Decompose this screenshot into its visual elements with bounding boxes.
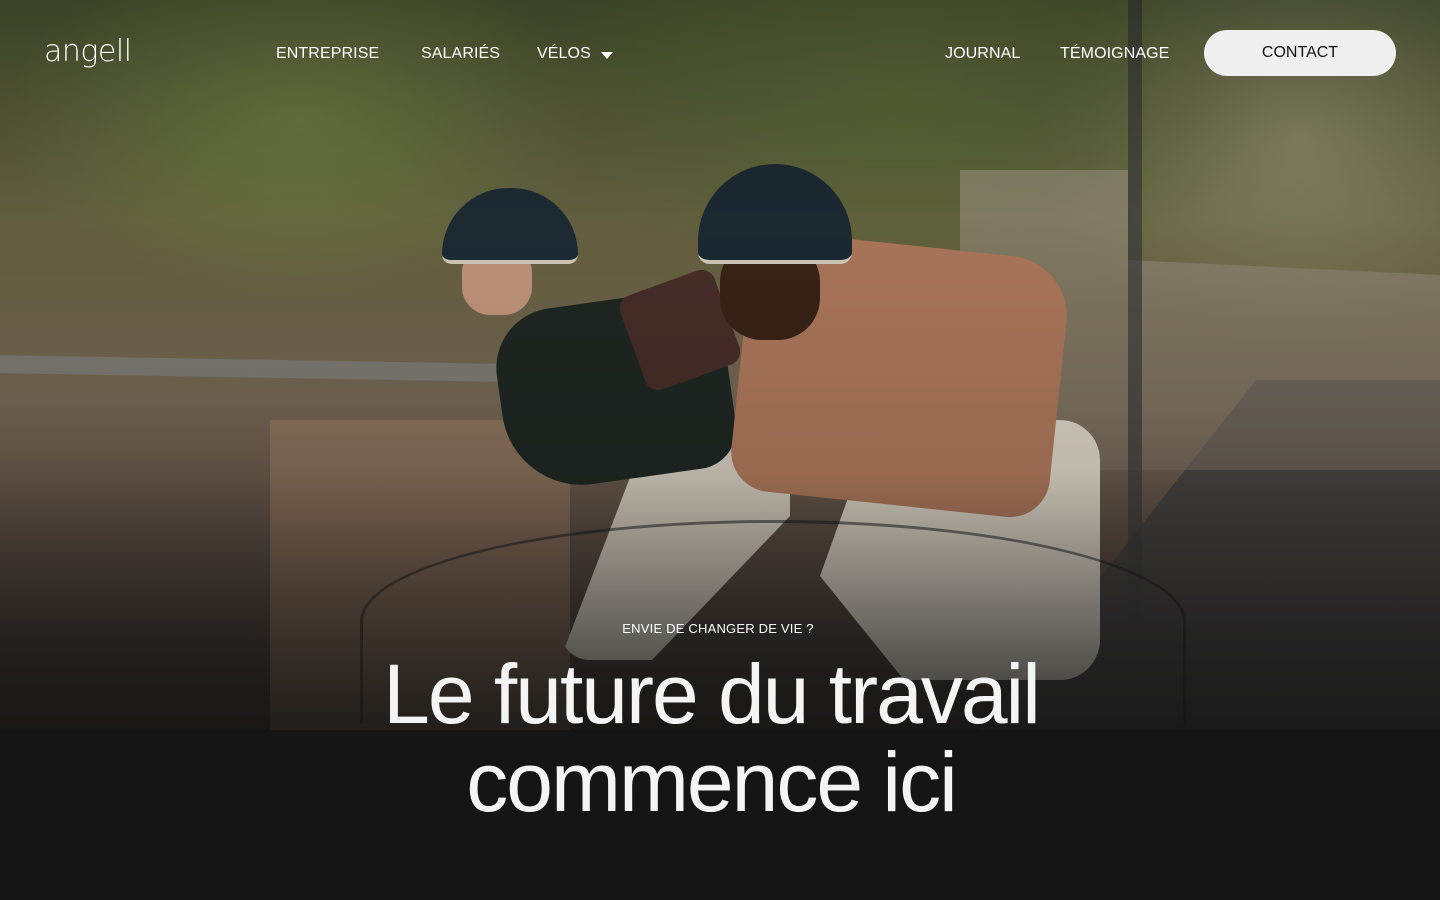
nav-salaries[interactable]: SALARIÉS	[421, 45, 500, 63]
nav-temoignage[interactable]: TÉMOIGNAGE	[1060, 45, 1169, 63]
nav-journal[interactable]: JOURNAL	[945, 45, 1020, 63]
headline-line-1: Le future du travail	[383, 647, 1041, 741]
nav-velos-dropdown[interactable]: VÉLOS	[537, 45, 613, 63]
hero-headline: Le future du travail commence ici	[0, 650, 1422, 826]
headline-line-2: commence ici	[466, 735, 957, 829]
contact-button[interactable]: CONTACT	[1204, 30, 1396, 76]
nav-entreprise[interactable]: ENTREPRISE	[276, 45, 379, 63]
chevron-down-icon	[600, 51, 613, 59]
angell-logo[interactable]: angell	[44, 34, 132, 69]
nav-velos-label: VÉLOS	[537, 45, 591, 62]
hero-eyebrow: ENVIE DE CHANGER DE VIE ?	[622, 621, 814, 636]
